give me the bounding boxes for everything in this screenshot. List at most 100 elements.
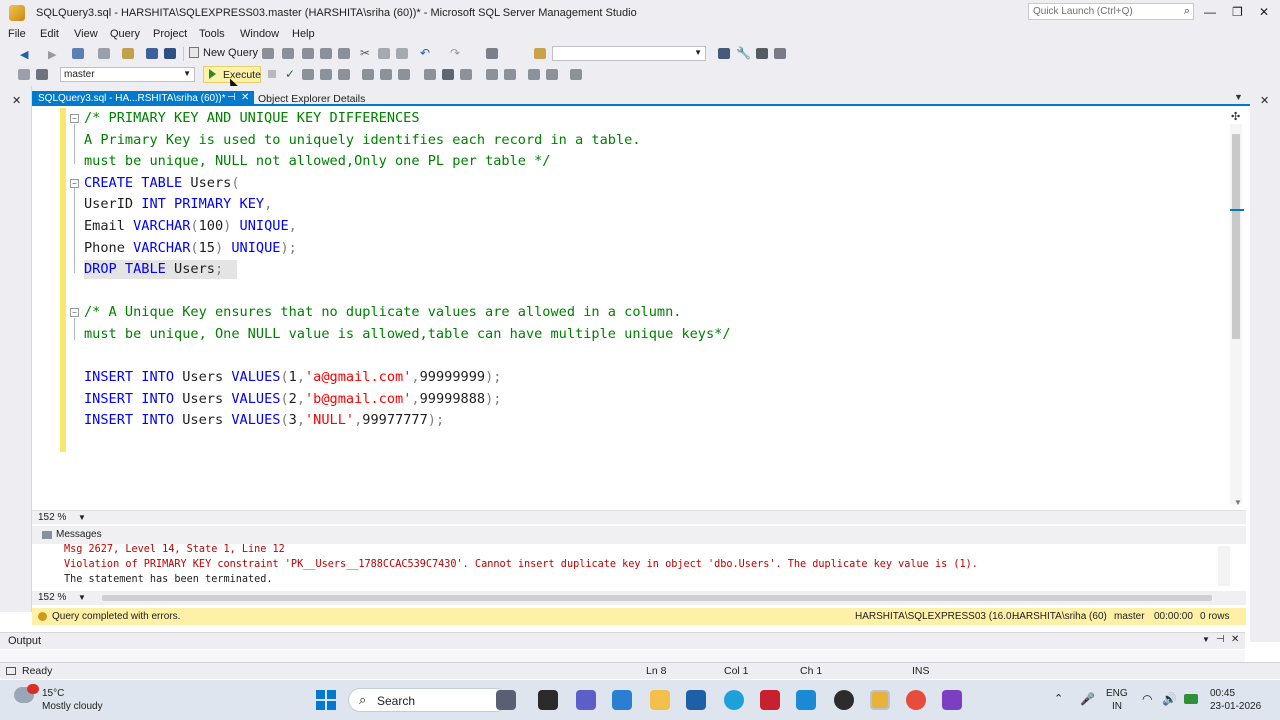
query-designer-icon[interactable] (320, 69, 332, 80)
menu-tools[interactable]: Tools (199, 28, 225, 40)
specify-values-icon[interactable] (570, 69, 582, 80)
chrome-icon[interactable] (906, 690, 926, 710)
chevron-down-icon[interactable]: ▼ (78, 593, 86, 602)
code-line[interactable]: CREATE TABLE Users( (84, 173, 240, 194)
code-line[interactable]: Phone VARCHAR(15) UNIQUE); (84, 238, 297, 259)
tab-dropdown-icon[interactable]: ▼ (1234, 92, 1243, 102)
query-options-icon[interactable] (338, 69, 350, 80)
app-icon[interactable] (796, 690, 816, 710)
windows-start-icon[interactable] (316, 690, 336, 710)
open-file-icon[interactable] (122, 48, 134, 59)
uncomment-lines-icon[interactable] (504, 69, 516, 80)
find-in-files-icon[interactable] (534, 48, 546, 59)
new-project-icon[interactable] (72, 48, 84, 59)
clock-time[interactable]: 00:45 (1210, 688, 1235, 699)
collapse-region-icon[interactable]: − (70, 114, 79, 123)
results-zoom-level[interactable]: 152 % (38, 592, 66, 603)
code-line[interactable]: /* A Unique Key ensures that no duplicat… (84, 302, 681, 323)
properties-icon[interactable] (718, 48, 730, 59)
code-line[interactable]: must be unique, One NULL value is allowe… (84, 324, 731, 345)
language-primary[interactable]: ENG (1106, 688, 1128, 699)
taskbar-search[interactable]: ⌕ Search (348, 688, 508, 712)
code-line[interactable]: /* PRIMARY KEY AND UNIQUE KEY DIFFERENCE… (84, 108, 420, 129)
back-icon[interactable]: ◀ (20, 48, 28, 61)
xmla-query-icon[interactable] (338, 48, 350, 59)
include-actual-plan-icon[interactable] (380, 69, 392, 80)
toolbox-icon[interactable] (756, 48, 768, 59)
search-icon[interactable]: ⌕ (1184, 5, 1190, 18)
parse-check-icon[interactable]: ✓ (285, 67, 295, 81)
add-item-icon[interactable] (98, 48, 110, 59)
results-to-text-icon[interactable] (442, 69, 454, 80)
change-connection-icon[interactable] (36, 69, 48, 80)
redo-icon[interactable]: ↷ (450, 46, 460, 60)
code-line[interactable]: must be unique, NULL not allowed,Only on… (84, 151, 551, 172)
menu-help[interactable]: Help (292, 28, 315, 40)
vscode-icon[interactable] (612, 690, 632, 710)
file-explorer-icon[interactable] (650, 690, 670, 710)
mdx-query-icon[interactable] (302, 48, 314, 59)
clock-date[interactable]: 23-01-2026 (1210, 701, 1261, 712)
collapse-region-icon[interactable]: − (70, 179, 79, 188)
editor-zoom-level[interactable]: 152 % (38, 512, 66, 523)
comment-lines-icon[interactable] (486, 69, 498, 80)
language-secondary[interactable]: IN (1112, 701, 1122, 712)
code-line[interactable]: Email VARCHAR(100) UNIQUE, (84, 216, 297, 237)
code-line[interactable]: INSERT INTO Users VALUES(1,'a@gmail.com'… (84, 367, 501, 388)
edge-icon[interactable] (724, 690, 744, 710)
decrease-indent-icon[interactable] (528, 69, 540, 80)
menu-project[interactable]: Project (153, 28, 187, 40)
forward-icon[interactable]: ▶ (48, 48, 56, 61)
wrench-icon[interactable]: 🔧 (736, 46, 751, 60)
menu-window[interactable]: Window (240, 28, 279, 40)
results-horizontal-scrollbar[interactable] (102, 595, 1212, 601)
template-explorer-icon[interactable] (774, 48, 786, 59)
mcafee-icon[interactable] (760, 690, 780, 710)
scroll-down-icon[interactable]: ▼ (1234, 498, 1242, 507)
close-icon[interactable]: ✕ (1259, 5, 1269, 19)
speaker-icon[interactable]: 🔊 (1162, 692, 1177, 706)
database-engine-query-icon[interactable] (262, 48, 274, 59)
show-hidden-icons-icon[interactable]: ⌃ (1054, 692, 1063, 705)
intellisense-icon[interactable] (362, 69, 374, 80)
minimize-icon[interactable]: — (1204, 5, 1216, 19)
close-icon[interactable]: ✕ (1231, 634, 1239, 645)
split-editor-icon[interactable]: ✣ (1231, 110, 1240, 123)
weather-desc[interactable]: Mostly cloudy (42, 701, 103, 712)
results-to-grid-icon[interactable] (460, 69, 472, 80)
widgets-icon[interactable] (496, 690, 516, 710)
messages-scrollbar[interactable] (1218, 546, 1230, 586)
menu-query[interactable]: Query (110, 28, 140, 40)
close-tab-icon[interactable]: ✕ (241, 92, 249, 103)
cut-icon[interactable]: ✂ (360, 46, 370, 60)
undo-icon[interactable]: ↶ (420, 46, 430, 60)
available-databases-select[interactable]: master ▼ (60, 67, 195, 82)
analysis-query-icon[interactable] (282, 48, 294, 59)
pin-icon[interactable]: ⊣ (1216, 634, 1225, 645)
code-line[interactable]: DROP TABLE Users; (84, 259, 223, 280)
battery-icon[interactable] (1184, 694, 1198, 704)
menu-view[interactable]: View (74, 28, 98, 40)
close-panel-icon[interactable]: ✕ (1260, 94, 1269, 107)
increase-indent-icon[interactable] (546, 69, 558, 80)
collapse-region-icon[interactable]: − (70, 308, 79, 317)
ssms-taskbar-icon[interactable] (870, 690, 890, 710)
editor-vertical-scrollbar[interactable] (1230, 124, 1242, 504)
client-statistics-icon[interactable] (424, 69, 436, 80)
store-icon[interactable] (686, 690, 706, 710)
quick-launch-input[interactable]: Quick Launch (Ctrl+Q) ⌕ (1028, 3, 1194, 20)
menu-file[interactable]: File (8, 28, 26, 40)
microphone-icon[interactable]: 🎤 (1080, 692, 1095, 706)
save-all-icon[interactable] (164, 48, 176, 59)
messages-tab[interactable]: Messages (32, 526, 1246, 544)
connect-icon[interactable] (18, 69, 30, 80)
stop-icon[interactable] (268, 70, 276, 78)
scrollbar-thumb[interactable] (1232, 134, 1240, 339)
weather-temp[interactable]: 15°C (42, 688, 64, 699)
maximize-icon[interactable]: ❐ (1232, 5, 1243, 19)
new-query-button[interactable]: New Query (189, 47, 258, 59)
paste-icon[interactable] (396, 48, 408, 59)
teams-icon[interactable] (576, 690, 596, 710)
menu-edit[interactable]: Edit (40, 28, 59, 40)
code-line[interactable]: A Primary Key is used to uniquely identi… (84, 130, 641, 151)
